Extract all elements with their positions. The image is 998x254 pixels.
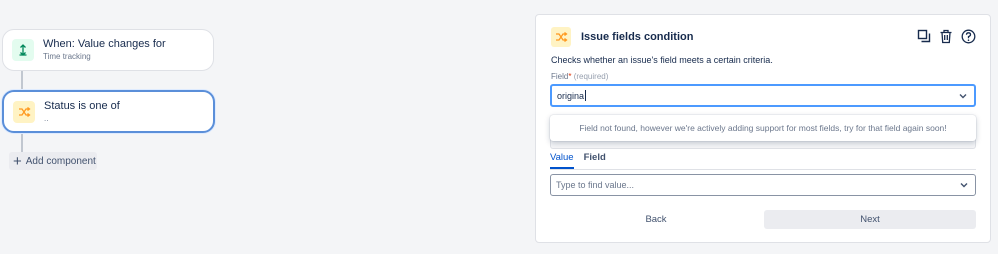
panel-title: Issue fields condition <box>581 31 694 43</box>
flow-connector-top <box>21 71 23 90</box>
no-results-message: Field not found, however we're actively … <box>550 115 976 141</box>
panel-actions <box>916 28 976 44</box>
required-marker: * <box>568 72 572 81</box>
tab-value[interactable]: Value <box>550 152 574 169</box>
back-button[interactable]: Back <box>550 210 762 229</box>
condition-subtitle: .. <box>44 113 49 123</box>
panel-description: Checks whether an issue's field meets a … <box>551 55 773 65</box>
help-icon[interactable] <box>960 28 976 44</box>
panel-header: Issue fields condition <box>551 27 693 47</box>
field-select-value: origina <box>557 90 585 101</box>
condition-card[interactable]: Status is one of .. <box>2 90 215 133</box>
value-type-tabs: Value Field <box>550 152 976 170</box>
next-button[interactable]: Next <box>764 210 976 229</box>
required-hint: (required) <box>573 72 609 81</box>
shuffle-icon <box>13 100 35 123</box>
value-select-placeholder: Type to find value... <box>556 180 635 190</box>
chevron-down-icon[interactable] <box>959 180 969 190</box>
flow-connector-bottom <box>21 133 23 152</box>
arrow-updown-icon <box>12 39 34 61</box>
tab-field[interactable]: Field <box>584 152 606 169</box>
trash-icon[interactable] <box>938 28 954 44</box>
text-cursor <box>585 90 587 101</box>
condition-config-panel: Issue fields condition Checks whether an… <box>535 14 991 243</box>
trigger-title: When: Value changes for <box>43 38 166 50</box>
value-select-input[interactable]: Type to find value... <box>550 174 976 196</box>
field-label-text: Field <box>551 72 569 81</box>
condition-title: Status is one of <box>44 99 120 112</box>
shuffle-icon <box>551 27 571 47</box>
add-component-label: Add component <box>25 155 96 167</box>
field-label: Field* (required) <box>551 72 608 81</box>
field-select-input[interactable]: origina <box>550 84 976 107</box>
trigger-subtitle: Time tracking <box>43 52 91 61</box>
plus-icon: + <box>13 152 22 170</box>
copy-icon[interactable] <box>916 28 932 44</box>
add-component-button[interactable]: + Add component <box>9 152 97 170</box>
trigger-card[interactable]: When: Value changes for Time tracking <box>2 29 214 71</box>
chevron-down-icon[interactable] <box>958 91 968 101</box>
